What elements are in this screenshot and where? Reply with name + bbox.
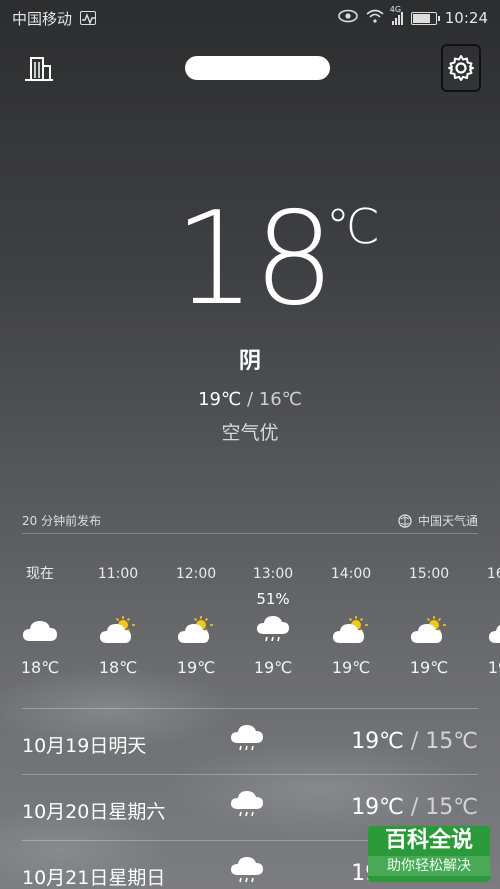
precip-chance <box>83 588 153 610</box>
battery-icon <box>410 11 440 25</box>
high-temp: 19℃ <box>198 389 242 410</box>
eye-icon <box>337 9 358 27</box>
daily-row[interactable]: 10月19日明天 19℃ / 15℃ <box>22 708 478 774</box>
precip-chance <box>394 588 464 610</box>
weather-source-icon <box>398 513 412 528</box>
precip-chance <box>161 588 231 610</box>
gear-icon <box>448 55 474 81</box>
hourly-time: 15:00 <box>408 566 450 582</box>
watermark-subtitle: 助你轻松解决 <box>368 856 490 876</box>
rain-icon <box>230 855 264 889</box>
hourly-temp: 19℃ <box>253 658 293 677</box>
hourly-time: 现在 <box>26 566 54 582</box>
daily-date: 10月19日明天 <box>22 735 147 757</box>
precip-chance <box>316 588 386 610</box>
rain-icon <box>230 723 264 759</box>
daily-date: 10月21日星期日 <box>22 867 166 889</box>
carrier-label: 中国移动 <box>12 9 73 28</box>
air-quality[interactable]: 空气优 <box>0 418 500 445</box>
hourly-time: 12:00 <box>175 566 217 582</box>
activity-icon <box>80 11 97 25</box>
hourly-item: 16:00 19℃ <box>472 560 500 677</box>
hourly-item: 13:00 51% 19℃ <box>238 560 308 677</box>
partly-cloudy-icon <box>161 610 231 650</box>
hourly-temp: 19℃ <box>409 658 449 677</box>
signal-icon: 4G <box>390 5 403 25</box>
daily-date: 10月20日星期六 <box>22 801 166 823</box>
hourly-forecast[interactable]: 现在 18℃ 11:00 18℃ 12:00 19℃ 13:00 51% 19℃ 14:00 19℃… <box>0 560 500 700</box>
current-temperature: 18 ℃ <box>0 190 500 330</box>
partly-cloudy-icon <box>316 610 386 650</box>
hourly-item: 11:00 18℃ <box>83 560 153 677</box>
precip-chance <box>472 588 500 610</box>
status-bar: 中国移动 4G 10:24 <box>0 0 500 36</box>
temperature-unit: ℃ <box>326 199 380 255</box>
daily-temp-range: 19℃ / 15℃ <box>351 795 478 820</box>
temperature-range: 19℃ / 16℃ <box>198 389 302 410</box>
hourly-item: 15:00 19℃ <box>394 560 464 677</box>
city-management-button[interactable] <box>22 54 56 84</box>
hourly-time: 14:00 <box>330 566 372 582</box>
hourly-temp: 19℃ <box>176 658 216 677</box>
city-title[interactable]: 杭州市 <box>185 56 330 80</box>
publish-time: 20 分钟前发布 <box>22 514 102 528</box>
network-type: 4G <box>389 5 402 14</box>
hourly-time: 11:00 <box>97 566 139 582</box>
rain-icon <box>238 610 308 650</box>
temperature-value: 18 <box>174 185 335 334</box>
clock-time: 10:24 <box>444 9 488 27</box>
partly-cloudy-icon <box>83 610 153 650</box>
cloudy-icon <box>5 610 75 650</box>
precip-chance <box>5 588 75 610</box>
low-temp: 16℃ <box>258 389 302 410</box>
precip-chance: 51% <box>256 590 290 608</box>
weather-source: 中国天气通 <box>417 514 478 528</box>
hourly-temp: 19℃ <box>487 658 500 677</box>
rain-icon <box>230 789 264 825</box>
watermark-title: 百科全说 <box>384 828 473 853</box>
partly-cloudy-icon <box>472 610 500 650</box>
hourly-temp: 18℃ <box>20 658 60 677</box>
hourly-time: 16:00 <box>486 566 500 582</box>
hourly-temp: 19℃ <box>331 658 371 677</box>
hourly-item: 14:00 19℃ <box>316 560 386 677</box>
buildings-icon <box>25 57 53 81</box>
app-header: 杭州市 <box>0 44 500 96</box>
hourly-time: 13:00 <box>252 566 294 582</box>
weather-condition: 阴 <box>238 349 261 374</box>
settings-button[interactable] <box>441 44 481 92</box>
hourly-item: 现在 18℃ <box>5 560 75 677</box>
partly-cloudy-icon <box>394 610 464 650</box>
hourly-temp: 18℃ <box>98 658 138 677</box>
publish-info: 20 分钟前发布 中国天气通 <box>22 512 478 534</box>
hourly-item: 12:00 19℃ <box>161 560 231 677</box>
daily-temp-range: 19℃ / 15℃ <box>351 729 478 754</box>
watermark-logo: 百科全说 助你轻松解决 <box>368 826 490 882</box>
wifi-icon <box>366 9 384 27</box>
